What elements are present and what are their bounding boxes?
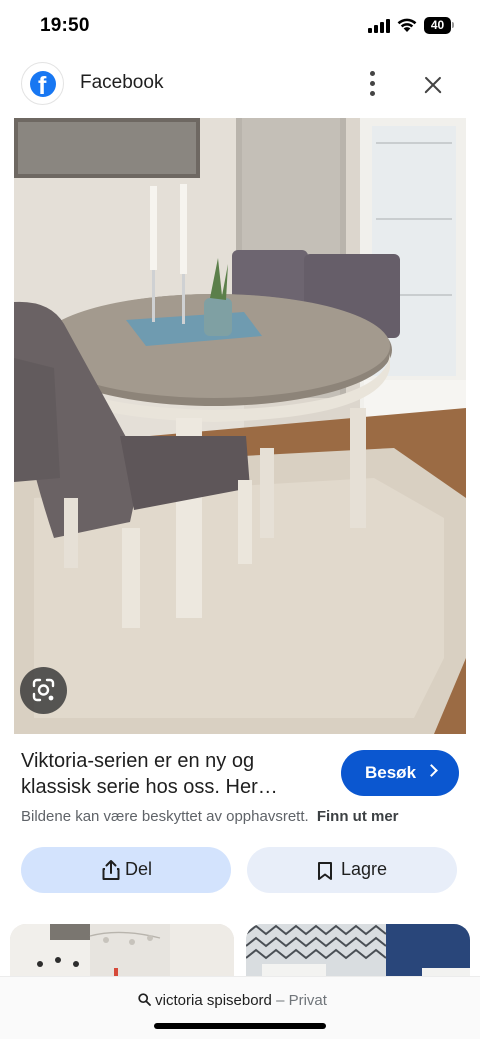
copyright-notice: Bildene kan være beskyttet av opphavsret… [21,808,399,825]
related-image-thumbnail[interactable] [10,924,234,984]
share-button-label: Del [125,859,153,879]
facebook-logo-icon: f [30,71,56,97]
visit-button[interactable]: Besøk [341,750,459,796]
more-vert-icon[interactable] [358,70,386,98]
chevron-right-icon [425,764,438,777]
battery-level: 40 [424,17,451,34]
caption-line-2: klassisk serie hos oss. Her… [21,776,278,798]
result-image[interactable] [14,118,466,734]
learn-more-link[interactable]: Finn ut mer [317,808,399,825]
status-time: 19:50 [40,15,90,36]
search-query-row[interactable]: victoria spisebord – Privat [138,992,327,1009]
source-logo[interactable]: f [21,62,64,105]
result-caption[interactable]: Viktoria-serien er en ny og klassisk ser… [21,748,321,800]
bottom-search-bar[interactable]: victoria spisebord – Privat [0,976,480,1039]
search-query: victoria spisebord [155,992,272,1009]
close-icon[interactable] [418,70,448,100]
search-icon [138,993,151,1006]
caption-line-1: Viktoria-serien er en ny og [21,750,255,772]
cellular-signal-icon [368,19,390,33]
home-indicator[interactable] [154,1023,326,1029]
save-button-label: Lagre [341,859,388,879]
related-image-thumbnail[interactable] [246,924,470,984]
private-mode-label: Privat [288,992,327,1009]
wifi-icon [396,17,418,33]
save-button[interactable]: Lagre [247,847,457,893]
google-lens-icon[interactable] [20,667,67,714]
bookmark-icon [318,862,332,880]
status-bar: 19:50 40 [0,0,480,54]
visit-button-label: Besøk [365,763,417,782]
battery-icon: 40 [424,17,454,34]
search-separator: – [276,992,285,1009]
source-title[interactable]: Facebook [80,72,163,94]
copyright-text: Bildene kan være beskyttet av opphavsret… [21,808,309,825]
share-icon [102,860,120,880]
share-button[interactable]: Del [21,847,231,893]
source-header: f Facebook [0,58,480,110]
